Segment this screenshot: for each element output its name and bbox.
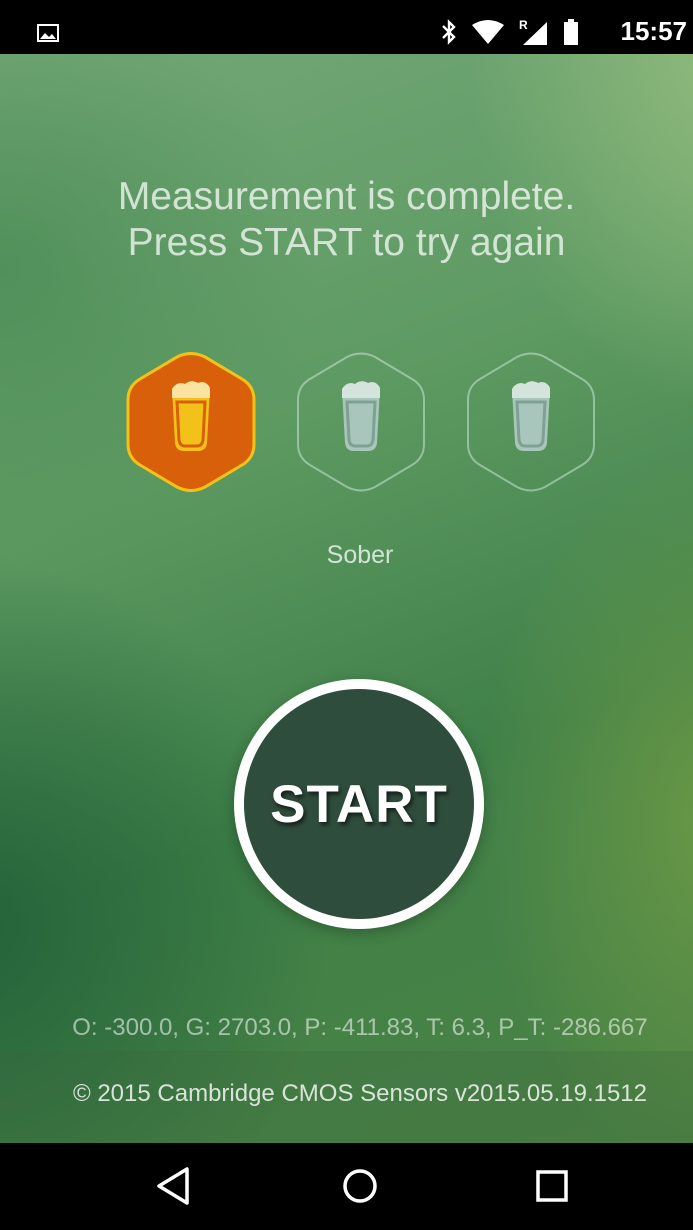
start-button[interactable]: START [234, 679, 484, 929]
beer-glass-icon [512, 381, 550, 451]
active-hexagon-icon [126, 352, 256, 492]
home-icon[interactable] [335, 1163, 385, 1209]
footer: © 2015 Cambridge CMOS Sensors v2015.05.1… [0, 1051, 693, 1143]
navigation-bar [0, 1143, 693, 1230]
status-icons: R [441, 18, 579, 46]
bluetooth-icon [442, 19, 456, 45]
battery-icon [564, 19, 578, 45]
copyright-text: © 2015 Cambridge CMOS Sensors v2015.05.1… [72, 1080, 648, 1107]
level-indicator-2 [295, 352, 427, 492]
sensor-readings: O: -300.0, G: 2703.0, P: -411.83, T: 6.3… [72, 1014, 648, 1041]
back-icon[interactable] [151, 1163, 201, 1209]
beer-glass-icon [342, 381, 380, 451]
level-label: Sober [326, 541, 394, 569]
headline-line-1: Measurement is complete. [117, 175, 576, 218]
clock: 15:57 [620, 16, 688, 46]
inactive-hexagon-icon [297, 352, 425, 492]
inactive-hexagon-icon [467, 352, 595, 492]
level-indicator-sober [125, 352, 257, 492]
wifi-icon [472, 20, 504, 44]
image-notification-icon [37, 24, 59, 42]
status-bar: R 15:57 [0, 0, 693, 54]
main-screen: Measurement is complete. Press START to … [0, 54, 693, 1143]
svg-text:R: R [519, 18, 528, 32]
headline-line-2: Press START to try again [127, 221, 566, 264]
level-indicator-3 [465, 352, 597, 492]
beer-glass-icon [172, 381, 210, 451]
page-title: Measurement is complete. Press START to … [0, 174, 693, 266]
intoxication-levels [125, 352, 595, 492]
start-button-label: START [270, 774, 448, 834]
roaming-signal-icon: R [519, 18, 547, 45]
recents-icon[interactable] [527, 1163, 577, 1209]
